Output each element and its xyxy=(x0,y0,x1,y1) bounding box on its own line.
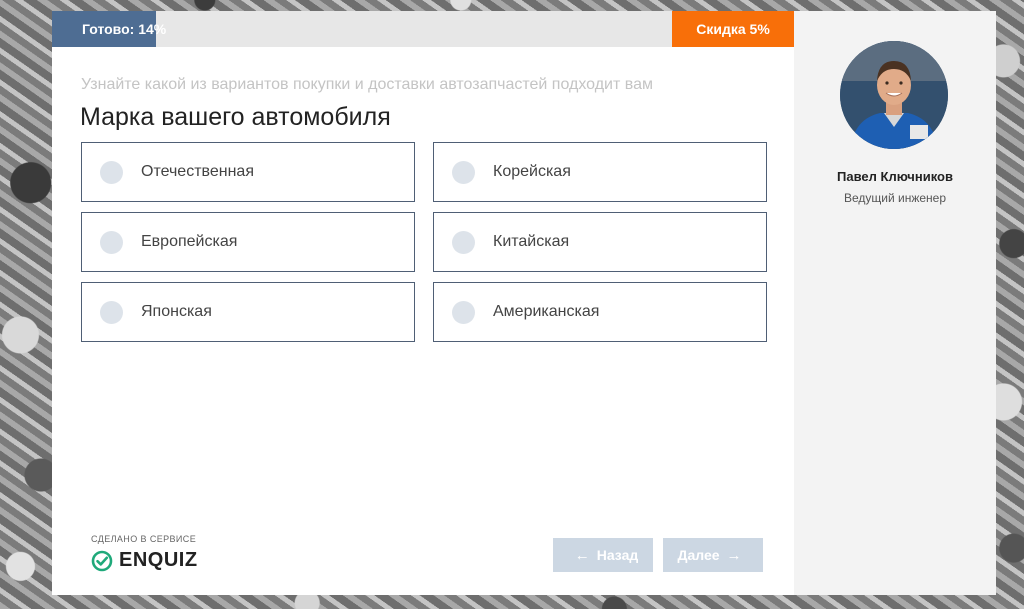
option-label: Отечественная xyxy=(141,163,254,180)
progress-label: Готово: 14% xyxy=(82,21,167,37)
option-label: Европейская xyxy=(141,233,238,250)
back-button-label: Назад xyxy=(596,547,639,563)
arrow-left-icon: ← xyxy=(574,546,590,564)
consultant-name: Павел Ключников xyxy=(837,169,953,184)
answer-options: Отечественная Корейская Европейская Кита… xyxy=(81,142,767,342)
option-label: Корейская xyxy=(493,163,571,180)
discount-badge: Скидка 5% xyxy=(672,11,794,47)
made-with-label: СДЕЛАНО В СЕРВИСЕ xyxy=(91,534,197,544)
radio-button[interactable] xyxy=(100,160,123,184)
radio-button[interactable] xyxy=(452,230,475,254)
avatar xyxy=(840,41,948,149)
radio-button[interactable] xyxy=(100,300,123,324)
radio-button[interactable] xyxy=(452,300,475,324)
option-label: Американская xyxy=(493,303,600,320)
next-button-label: Далее xyxy=(677,547,720,563)
radio-button[interactable] xyxy=(452,160,475,184)
question-title: Марка вашего автомобиля xyxy=(80,103,391,131)
option-european[interactable]: Европейская xyxy=(81,212,415,272)
option-american[interactable]: Американская xyxy=(433,282,767,342)
enquiz-logo[interactable]: ENQUIZ xyxy=(91,549,198,572)
option-korean[interactable]: Корейская xyxy=(433,142,767,202)
check-circle-icon xyxy=(91,550,113,571)
logo-text: ENQUIZ xyxy=(119,549,198,571)
option-japanese[interactable]: Японская xyxy=(81,282,415,342)
quiz-subtitle: Узнайте какой из вариантов покупки и дос… xyxy=(81,76,653,93)
arrow-right-icon: → xyxy=(726,546,742,564)
option-label: Китайская xyxy=(493,233,570,250)
option-label: Японская xyxy=(141,303,212,320)
back-button[interactable]: ← Назад xyxy=(553,538,653,572)
next-button[interactable]: Далее → xyxy=(663,538,763,572)
radio-button[interactable] xyxy=(100,230,123,254)
quiz-panel: Готово: 14% Скидка 5% Узнайте какой из в… xyxy=(52,11,794,595)
consultant-role: Ведущий инженер xyxy=(843,191,947,205)
avatar-photo xyxy=(840,41,948,149)
consultant-sidebar: Павел Ключников Ведущий инженер xyxy=(794,11,996,595)
option-domestic[interactable]: Отечественная xyxy=(81,142,415,202)
option-chinese[interactable]: Китайская xyxy=(433,212,767,272)
